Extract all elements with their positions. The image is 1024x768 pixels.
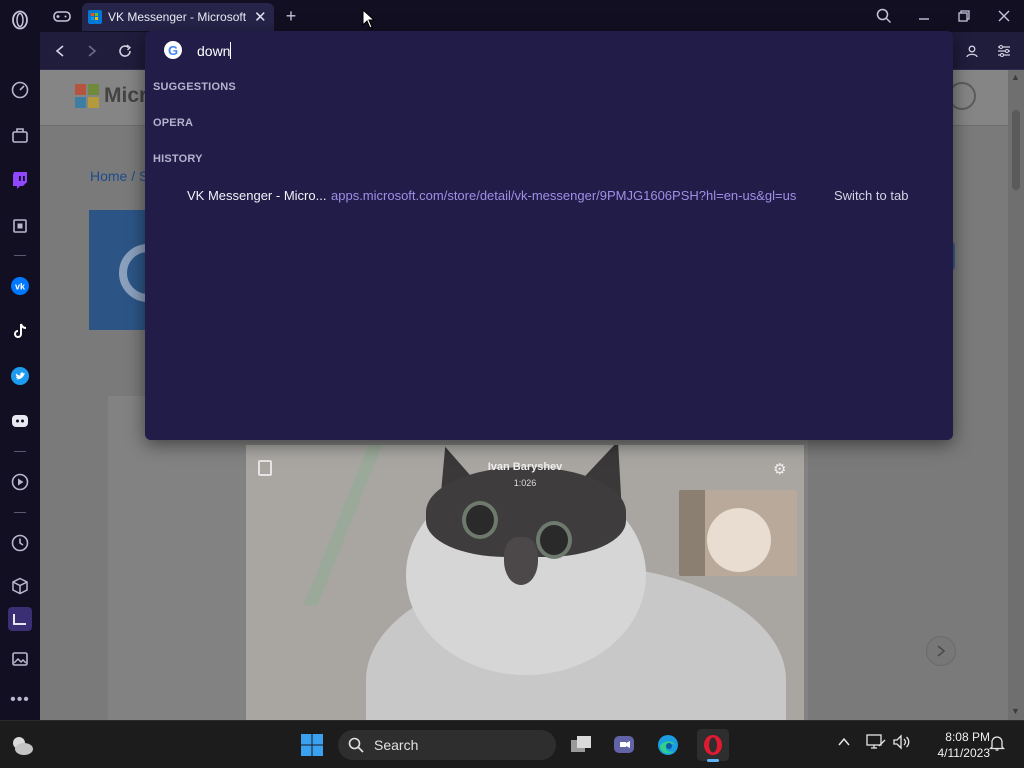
discord-icon[interactable]: [8, 409, 32, 433]
history-suggestion-row[interactable]: VK Messenger - Micro... apps.microsoft.c…: [145, 181, 953, 209]
opera-menu-icon[interactable]: [8, 8, 32, 32]
network-icon[interactable]: [866, 734, 886, 755]
teams-chat-icon[interactable]: [608, 729, 640, 761]
close-window-icon[interactable]: [990, 4, 1018, 28]
new-tab-icon[interactable]: +: [277, 4, 305, 28]
tab-bar: VK Messenger - Microsoft Store ✕ +: [40, 0, 1024, 32]
browser-sidebar: vk •••: [0, 0, 40, 720]
gallery-icon[interactable]: [8, 647, 32, 671]
history-item-title: VK Messenger - Micro...: [187, 188, 327, 203]
search-label: Search: [374, 737, 419, 753]
active-app-indicator: [707, 759, 719, 762]
speed-dial-icon[interactable]: [8, 78, 32, 102]
edge-browser-icon[interactable]: [652, 729, 684, 761]
windows-start-icon[interactable]: [296, 729, 328, 761]
gamepad-icon[interactable]: [50, 4, 74, 28]
desktop: vk ••• VK Messenger - Microsoft ✕ + Micr…: [0, 0, 1024, 768]
player-icon[interactable]: [8, 470, 32, 494]
tiktok-icon[interactable]: [8, 319, 32, 343]
sidebar-divider: [14, 255, 26, 256]
tab-search-icon[interactable]: [870, 4, 898, 28]
switch-to-tab-button[interactable]: Switch to tab: [834, 188, 908, 203]
easy-setup-icon[interactable]: [992, 39, 1016, 63]
tab-title: VK Messenger - Microsoft Store: [108, 10, 248, 24]
mouse-cursor-icon: [362, 9, 376, 29]
section-opera: OPERA: [153, 117, 194, 129]
weather-icon[interactable]: [6, 729, 38, 761]
tab-vk-messenger[interactable]: VK Messenger - Microsoft Store ✕: [82, 3, 274, 31]
reload-icon[interactable]: [113, 39, 137, 63]
microsoft-store-favicon-icon: [88, 10, 102, 24]
opera-taskbar-icon[interactable]: [697, 729, 729, 762]
page-scrollbar[interactable]: ▲ ▼: [1008, 70, 1024, 720]
twitter-icon[interactable]: [8, 364, 32, 388]
breadcrumb[interactable]: Home / S: [90, 168, 148, 184]
extensions-cube-icon[interactable]: [8, 574, 32, 598]
text-caret: [230, 42, 231, 59]
minimize-icon[interactable]: [910, 4, 938, 28]
google-search-icon: G: [164, 41, 182, 59]
forward-icon[interactable]: [80, 39, 104, 63]
restore-icon[interactable]: [950, 4, 978, 28]
more-icon[interactable]: •••: [8, 688, 32, 712]
next-screenshot-icon[interactable]: [926, 636, 956, 666]
scroll-down-icon[interactable]: ▼: [1011, 706, 1020, 716]
workspaces-icon[interactable]: [8, 123, 32, 147]
cpu-icon[interactable]: [8, 214, 32, 238]
address-bar-dropdown: G SUGGESTIONS OPERA HISTORY VK Messenger…: [145, 31, 953, 440]
account-icon[interactable]: [960, 39, 984, 63]
call-duration: 1:026: [513, 478, 537, 488]
clock-date: 4/11/2023: [937, 746, 991, 760]
section-suggestions: SUGGESTIONS: [153, 81, 236, 93]
crypto-wallet-icon[interactable]: [8, 607, 32, 631]
back-icon[interactable]: [48, 39, 72, 63]
app-screenshot-video-call: Ivan Baryshev 1:026 ⚙: [246, 445, 804, 720]
caller-name: Ivan Baryshev: [487, 461, 563, 473]
vk-icon[interactable]: vk: [8, 274, 32, 298]
history-icon[interactable]: [8, 531, 32, 555]
windows-taskbar: Search 8:08 PM 4/11/2023: [0, 720, 1024, 768]
tray-overflow-icon[interactable]: [838, 735, 850, 753]
search-icon: [348, 737, 364, 753]
address-bar-input[interactable]: [197, 41, 797, 61]
microsoft-logo-icon[interactable]: [75, 84, 99, 108]
gear-icon: ⚙: [773, 461, 787, 478]
notifications-icon[interactable]: [988, 734, 1006, 757]
scroll-up-icon[interactable]: ▲: [1011, 72, 1020, 82]
history-item-url: apps.microsoft.com/store/detail/vk-messe…: [331, 188, 797, 203]
sidebar-divider: [14, 451, 26, 452]
section-history: HISTORY: [153, 153, 203, 165]
taskbar-search[interactable]: Search: [338, 730, 556, 760]
clock-time: 8:08 PM: [945, 730, 990, 744]
volume-icon[interactable]: [892, 734, 912, 755]
taskbar-clock[interactable]: 8:08 PM 4/11/2023: [918, 729, 991, 761]
self-view-pip: [679, 490, 797, 576]
sidebar-divider: [14, 512, 26, 513]
svg-text:vk: vk: [15, 282, 26, 292]
twitch-icon[interactable]: [8, 168, 32, 192]
close-tab-icon[interactable]: ✕: [254, 8, 267, 26]
task-view-icon[interactable]: [565, 729, 597, 761]
scrollbar-thumb[interactable]: [1012, 110, 1020, 190]
